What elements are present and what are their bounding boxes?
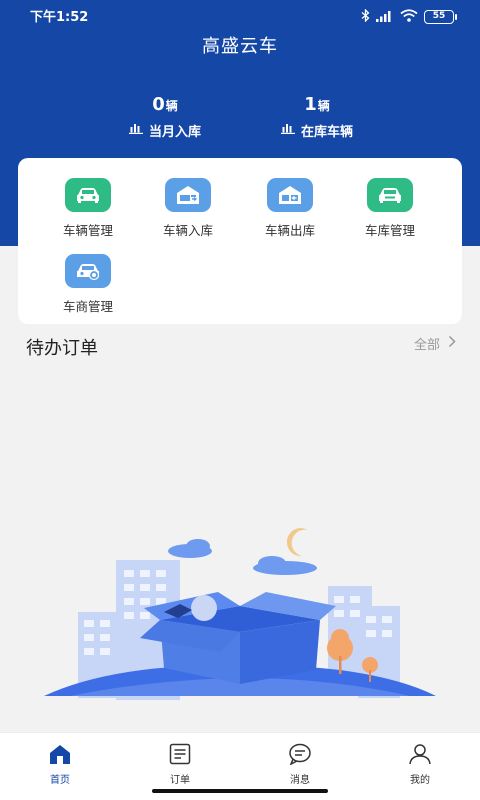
stat-in-stock[interactable]: 1辆 在库车辆 [262,94,372,140]
home-icon [48,745,72,769]
menu-item-garage-manage[interactable]: 车库管理 [340,178,440,239]
tab-messages[interactable]: 消息 [260,743,340,786]
bar-chart-icon [128,123,143,138]
menu-label: 车辆入库 [162,223,213,238]
stat-label: 在库车辆 [300,125,353,140]
menu-label: 车库管理 [364,223,415,238]
order-icon [168,743,192,769]
empty-state-illustration [40,520,440,706]
car-manage-icon [65,178,111,212]
app-title: 高盛云车 [202,36,278,57]
stat-label: 当月入库 [148,125,201,140]
signal-icon [376,7,394,26]
menu-item-car-manage[interactable]: 车辆管理 [38,178,138,239]
status-time: 下午1:52 [30,10,89,25]
tab-profile[interactable]: 我的 [380,743,460,786]
tab-home[interactable]: 首页 [20,743,100,786]
stat-value: 1 [304,94,317,115]
dealer-manage-icon [65,254,111,288]
status-icons: 55 [361,7,457,26]
view-all-link[interactable]: 全部 [414,334,456,353]
stat-unit: 辆 [317,99,330,113]
chevron-right-icon [448,335,456,352]
menu-item-warehouse-in[interactable]: 车辆入库 [138,178,238,239]
wifi-icon [400,7,418,26]
battery-icon: 55 [424,9,457,24]
tab-label: 订单 [170,775,190,786]
menu-item-dealer-manage[interactable]: 车商管理 [38,254,138,315]
garage-manage-icon [367,178,413,212]
tab-label: 我的 [410,775,430,786]
stat-value: 0 [152,94,165,115]
tab-label: 首页 [50,775,70,786]
menu-label: 车商管理 [62,299,113,314]
home-indicator [152,789,328,793]
menu-item-warehouse-out[interactable]: 车辆出库 [240,178,340,239]
menu-label: 车辆管理 [62,223,113,238]
stat-monthly-in[interactable]: 0辆 当月入库 [110,94,220,140]
message-icon [288,743,312,769]
warehouse-in-icon [165,178,211,212]
warehouse-out-icon [267,178,313,212]
bar-chart-icon [280,123,295,138]
pending-orders-title: 待办订单 [26,338,98,359]
menu-card: 车辆管理 车辆入库 车辆出库 车库管理 车商管理 [18,158,462,324]
tab-label: 消息 [290,775,310,786]
view-all-label: 全部 [413,338,440,353]
menu-label: 车辆出库 [264,223,315,238]
status-bar: 下午1:52 55 [0,0,480,30]
user-icon [408,744,432,769]
tab-orders[interactable]: 订单 [140,743,220,786]
bluetooth-icon [361,7,370,26]
stat-unit: 辆 [165,99,178,113]
